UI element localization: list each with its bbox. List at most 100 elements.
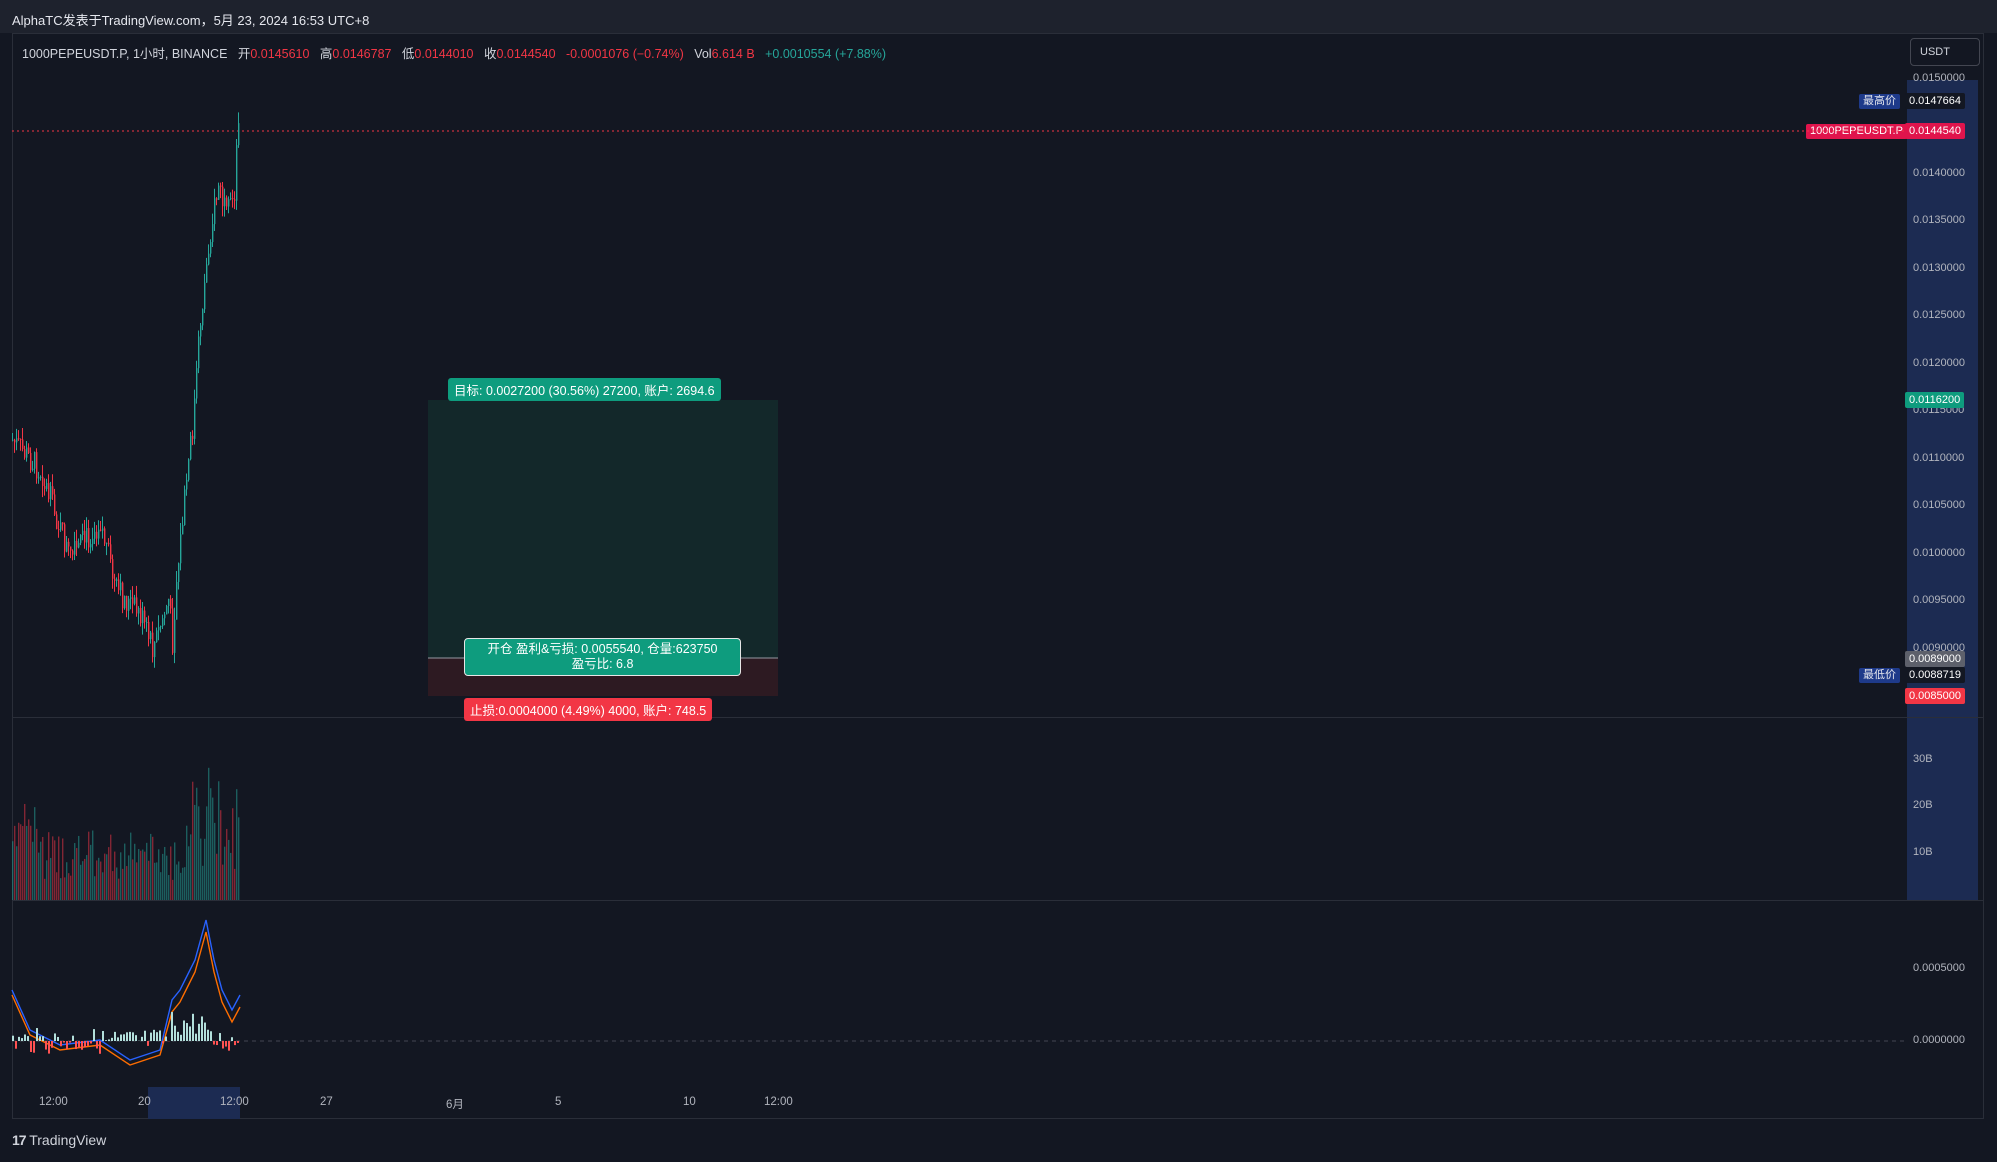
- candle-body: [138, 607, 140, 614]
- volume-bar: [126, 866, 128, 900]
- macd-histogram-bar: [93, 1029, 95, 1041]
- volume-bar: [192, 781, 194, 900]
- volume-bar: [196, 787, 198, 900]
- macd-histogram-bar: [156, 1032, 158, 1041]
- volume-bar: [124, 843, 126, 900]
- candle-body: [188, 459, 190, 480]
- volume-bar: [144, 851, 146, 900]
- macd-histogram-bar: [66, 1041, 68, 1050]
- macd-histogram-bar: [15, 1041, 17, 1049]
- volume-bar: [146, 842, 148, 900]
- candle-body: [150, 632, 152, 640]
- macd-histogram-bar: [162, 1041, 164, 1044]
- tradingview-logo[interactable]: 17 TradingView: [12, 1132, 106, 1148]
- volume-bar: [222, 864, 224, 900]
- candle-body: [214, 198, 216, 225]
- candle-body: [20, 439, 22, 441]
- candle-body: [186, 479, 188, 490]
- time-label: 27: [320, 1096, 333, 1108]
- chart-canvas[interactable]: [0, 0, 1997, 1162]
- macd-histogram-bar: [27, 1036, 29, 1041]
- macd-histogram-bar: [150, 1032, 152, 1041]
- macd-histogram-bar: [30, 1041, 32, 1052]
- candle-body: [228, 199, 230, 207]
- candle-body: [48, 483, 50, 500]
- volume-bar: [204, 838, 206, 900]
- macd-histogram-bar: [210, 1031, 212, 1041]
- candle-body: [56, 514, 58, 530]
- macd-histogram-bar: [84, 1041, 86, 1048]
- macd-histogram-bar: [177, 1031, 179, 1041]
- candle-body: [180, 534, 182, 564]
- candle-body: [202, 309, 204, 326]
- volume-bar: [140, 850, 142, 900]
- volume-bar: [206, 806, 208, 900]
- candle-body: [224, 197, 226, 207]
- macd-histogram-bar: [216, 1041, 218, 1046]
- candle-body: [28, 447, 30, 453]
- entry-label[interactable]: 开仓 盈利&亏损: 0.0055540, 仓量:623750 盈亏比: 6.8: [464, 638, 741, 676]
- volume-bar: [24, 803, 26, 900]
- candle-body: [160, 626, 162, 628]
- volume-bar: [20, 824, 22, 900]
- candle-body: [84, 530, 86, 543]
- candle-body: [44, 486, 46, 489]
- macd-histogram-bar: [48, 1041, 50, 1054]
- volume-bar: [158, 849, 160, 900]
- volume-bar: [104, 853, 106, 900]
- volume-bar: [14, 825, 16, 900]
- candle-body: [218, 185, 220, 200]
- macd-histogram-bar: [18, 1036, 20, 1041]
- time-label: 5: [555, 1096, 562, 1108]
- candle-body: [106, 542, 108, 544]
- candle-body: [130, 597, 132, 599]
- candle-body: [108, 542, 110, 545]
- macd-histogram-bar: [186, 1023, 188, 1041]
- volume-bar: [86, 855, 88, 900]
- volume-bar: [12, 841, 14, 900]
- candle-body: [220, 185, 222, 187]
- volume-bar: [142, 849, 144, 900]
- candle-body: [104, 528, 106, 544]
- candle-body: [200, 325, 202, 337]
- macd-histogram-bar: [126, 1032, 128, 1041]
- target-label: 目标: 0.0027200 (30.56%) 27200, 账户: 2694.6: [448, 378, 721, 401]
- macd-histogram-bar: [171, 1012, 173, 1041]
- candle-body: [80, 534, 82, 543]
- volume-bar: [132, 859, 134, 900]
- macd-histogram-bar: [42, 1036, 44, 1041]
- candle-body: [204, 282, 206, 310]
- macd-histogram-bar: [231, 1037, 233, 1041]
- candle-body: [152, 632, 154, 658]
- candle-body: [192, 435, 194, 439]
- volume-bar: [210, 788, 212, 900]
- candle-body: [196, 368, 198, 399]
- volume-bar: [236, 789, 238, 900]
- macd-histogram-bar: [33, 1041, 35, 1053]
- candle-body: [118, 579, 120, 591]
- macd-histogram-bar: [69, 1041, 71, 1043]
- volume-bar: [80, 864, 82, 900]
- volume-bar: [164, 846, 166, 900]
- volume-bar: [22, 826, 24, 900]
- candle-body: [212, 224, 214, 243]
- candle-body: [70, 546, 72, 551]
- time-label: 12:00: [39, 1096, 68, 1108]
- candle-body: [78, 542, 80, 548]
- candle-body: [230, 198, 232, 200]
- volume-bar: [68, 873, 70, 900]
- macd-histogram-bar: [228, 1041, 230, 1051]
- macd-histogram-bar: [237, 1041, 239, 1043]
- candle-body: [30, 452, 32, 471]
- candle-body: [102, 528, 104, 531]
- volume-bar: [18, 822, 20, 900]
- volume-bar: [36, 828, 38, 900]
- volume-bar: [94, 876, 96, 900]
- macd-histogram-bar: [129, 1031, 131, 1041]
- volume-bar: [122, 868, 124, 900]
- macd-histogram-bar: [102, 1030, 104, 1041]
- candle-body: [128, 598, 130, 611]
- candle-body: [82, 530, 84, 535]
- macd-histogram-bar: [159, 1030, 161, 1041]
- volume-bar: [30, 825, 32, 900]
